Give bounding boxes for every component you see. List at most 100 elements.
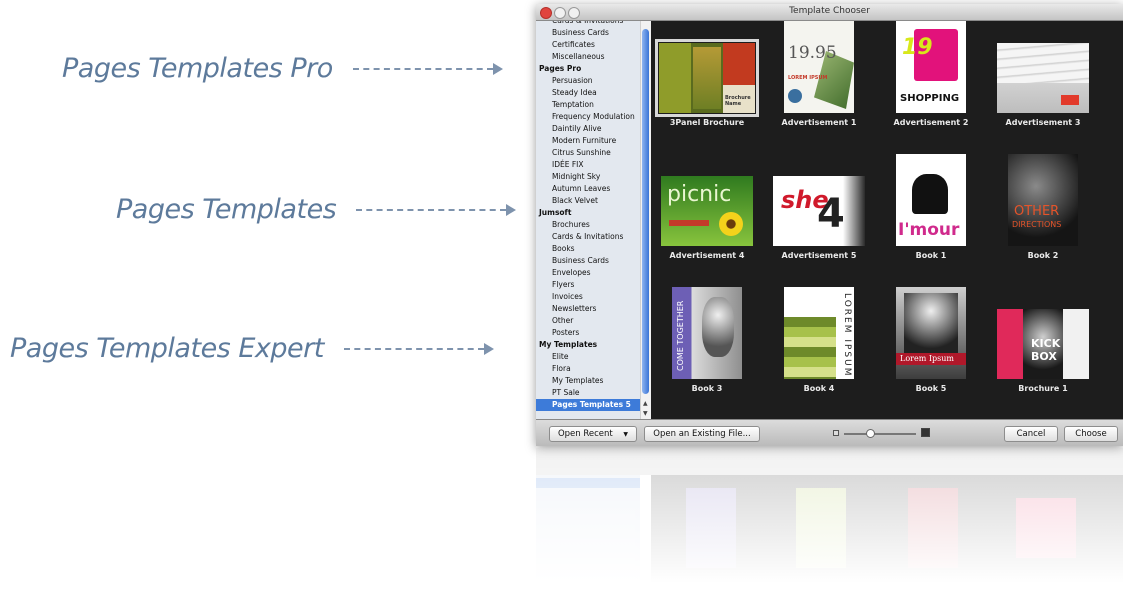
slider-knob[interactable] <box>866 429 875 438</box>
sidebar-item[interactable]: Midnight Sky <box>536 171 640 183</box>
callout-pages-templates-expert: Pages Templates Expert <box>10 333 494 364</box>
sidebar-item[interactable]: Miscellaneous <box>536 51 640 63</box>
sidebar-item[interactable]: Autumn Leaves <box>536 183 640 195</box>
template-thumbnail-advertisement-1[interactable]: 19.95 LOREM IPSUM <box>784 21 854 113</box>
sidebar-item[interactable]: Citrus Sunshine <box>536 147 640 159</box>
sidebar-item[interactable]: Modern Furniture <box>536 135 640 147</box>
template-thumbnail-book-3[interactable]: COME TOGETHER <box>672 287 742 379</box>
template-label: Book 1 <box>915 251 947 260</box>
sidebar-item[interactable]: Daintily Alive <box>536 123 640 135</box>
title-bar[interactable]: Template Chooser <box>536 4 1123 21</box>
template-thumbnail-book-1[interactable]: I'mour <box>896 154 966 246</box>
template-tile[interactable]: picnic Advertisement 4 <box>651 154 763 272</box>
template-tile[interactable]: 19 SHOPPING Advertisement 2 <box>875 21 987 139</box>
open-recent-label: Open Recent <box>557 429 613 439</box>
template-label: Book 3 <box>691 384 723 393</box>
sidebar-group-header[interactable]: Jumsoft <box>536 207 640 219</box>
sidebar-item[interactable]: Newsletters <box>536 303 640 315</box>
template-label: Advertisement 3 <box>1005 118 1081 127</box>
sidebar-item[interactable]: Invoices <box>536 291 640 303</box>
template-tile[interactable]: KICK BOX Brochure 1 <box>987 287 1099 405</box>
sidebar-item[interactable]: PT Sale <box>536 387 640 399</box>
sidebar-item[interactable]: Frequency Modulation <box>536 111 640 123</box>
template-tile[interactable]: Brochure Name 3Panel Brochure <box>651 21 763 139</box>
template-thumbnail-advertisement-3[interactable] <box>997 43 1089 113</box>
template-thumbnail-book-4[interactable]: LOREM IPSUM <box>784 287 854 379</box>
sidebar-item[interactable]: Brochures <box>536 219 640 231</box>
directions-text: DIRECTIONS <box>1012 220 1062 229</box>
callout-label: Pages Templates Expert <box>10 333 324 364</box>
open-existing-file-button[interactable]: Open an Existing File... <box>644 426 760 442</box>
template-tile[interactable]: Advertisement 3 <box>987 21 1099 139</box>
sidebar-item[interactable]: Posters <box>536 327 640 339</box>
thumbnail-size-slider[interactable] <box>844 433 916 435</box>
sidebar-item[interactable]: Persuasion <box>536 75 640 87</box>
arrow-right-icon <box>483 342 494 355</box>
template-tile[interactable]: 19.95 LOREM IPSUM Advertisement 1 <box>763 21 875 139</box>
dashed-line <box>352 67 493 70</box>
brochure-name-text: Brochure Name <box>725 95 751 107</box>
small-thumbnail-icon <box>833 430 839 436</box>
sidebar-item[interactable]: Steady Idea <box>536 87 640 99</box>
sidebar-item[interactable]: Flora <box>536 363 640 375</box>
number-text: 4 <box>817 191 845 237</box>
template-chooser-window: Template Chooser Cards & Invitations Busi… <box>536 4 1123 446</box>
scrollbar-thumb[interactable] <box>642 29 649 394</box>
template-thumbnail-advertisement-5[interactable]: she 4 <box>773 176 865 246</box>
sidebar-item[interactable]: Envelopes <box>536 267 640 279</box>
imour-text: I'mour <box>898 220 960 240</box>
lorem-text: LOREM IPSUM <box>788 75 828 81</box>
callout-pages-templates: Pages Templates <box>116 194 517 225</box>
scroll-up-icon[interactable]: ▲ <box>643 400 648 407</box>
template-thumbnail-book-5[interactable]: Lorem Ipsum <box>896 287 966 379</box>
sidebar-item[interactable]: Pages Templates 5 <box>536 399 640 411</box>
choose-button[interactable]: Choose <box>1064 426 1118 442</box>
template-tile[interactable]: Lorem Ipsum Book 5 <box>875 287 987 405</box>
shopping-text: SHOPPING <box>900 93 960 104</box>
bottom-toolbar: Open Recent ▼ Open an Existing File... C… <box>536 419 1123 446</box>
sidebar-item[interactable]: Certificates <box>536 39 640 51</box>
sidebar-item[interactable]: Elite <box>536 351 640 363</box>
sidebar-item[interactable]: Black Velvet <box>536 195 640 207</box>
other-text: OTHER <box>1014 204 1060 219</box>
sidebar-item[interactable]: My Templates <box>536 375 640 387</box>
template-thumbnail-brochure-1[interactable]: KICK BOX <box>997 309 1089 379</box>
template-thumbnail-advertisement-4[interactable]: picnic <box>661 176 753 246</box>
lorem-ipsum-text: Lorem Ipsum <box>900 354 954 363</box>
window-title: Template Chooser <box>789 6 870 16</box>
template-tile[interactable]: OTHER DIRECTIONS Book 2 <box>987 154 1099 272</box>
category-list: Cards & InvitationsBusiness CardsCertifi… <box>536 21 640 411</box>
template-label: Book 4 <box>803 384 835 393</box>
template-label: 3Panel Brochure <box>669 118 745 127</box>
sidebar-item[interactable]: Business Cards <box>536 27 640 39</box>
sidebar-item[interactable]: Other <box>536 315 640 327</box>
template-label: Book 2 <box>1027 251 1059 260</box>
cancel-button[interactable]: Cancel <box>1004 426 1058 442</box>
dashed-line <box>343 347 484 350</box>
sidebar-item[interactable]: Business Cards <box>536 255 640 267</box>
sidebar-group-header[interactable]: Pages Pro <box>536 63 640 75</box>
sidebar-item[interactable]: Books <box>536 243 640 255</box>
sidebar-item[interactable]: Flyers <box>536 279 640 291</box>
template-tile[interactable]: COME TOGETHER Book 3 <box>651 287 763 405</box>
template-tile[interactable]: LOREM IPSUM Book 4 <box>763 287 875 405</box>
template-gallery: Brochure Name 3Panel Brochure 19.95 LORE… <box>651 21 1123 419</box>
window-reflection <box>536 448 1123 590</box>
template-label: Advertisement 2 <box>893 118 969 127</box>
open-recent-button[interactable]: Open Recent ▼ <box>549 426 637 442</box>
sidebar-item[interactable]: IDÉE FIX <box>536 159 640 171</box>
template-label: Brochure 1 <box>1018 384 1068 393</box>
sidebar-item[interactable]: Temptation <box>536 99 640 111</box>
template-tile[interactable]: I'mour Book 1 <box>875 154 987 272</box>
sidebar-scrollbar[interactable]: ▲ ▼ <box>640 21 651 419</box>
template-label: Book 5 <box>915 384 947 393</box>
sidebar-item[interactable]: Cards & Invitations <box>536 231 640 243</box>
scroll-down-icon[interactable]: ▼ <box>643 410 648 417</box>
template-tile[interactable]: she 4 Advertisement 5 <box>763 154 875 272</box>
template-thumbnail-book-2[interactable]: OTHER DIRECTIONS <box>1008 154 1078 246</box>
callout-pages-templates-pro: Pages Templates Pro <box>62 53 503 84</box>
sidebar-group-header[interactable]: My Templates <box>536 339 640 351</box>
callout-label: Pages Templates <box>116 194 337 225</box>
template-thumbnail-3panel-brochure[interactable]: Brochure Name <box>655 39 759 117</box>
template-thumbnail-advertisement-2[interactable]: 19 SHOPPING <box>896 21 966 113</box>
